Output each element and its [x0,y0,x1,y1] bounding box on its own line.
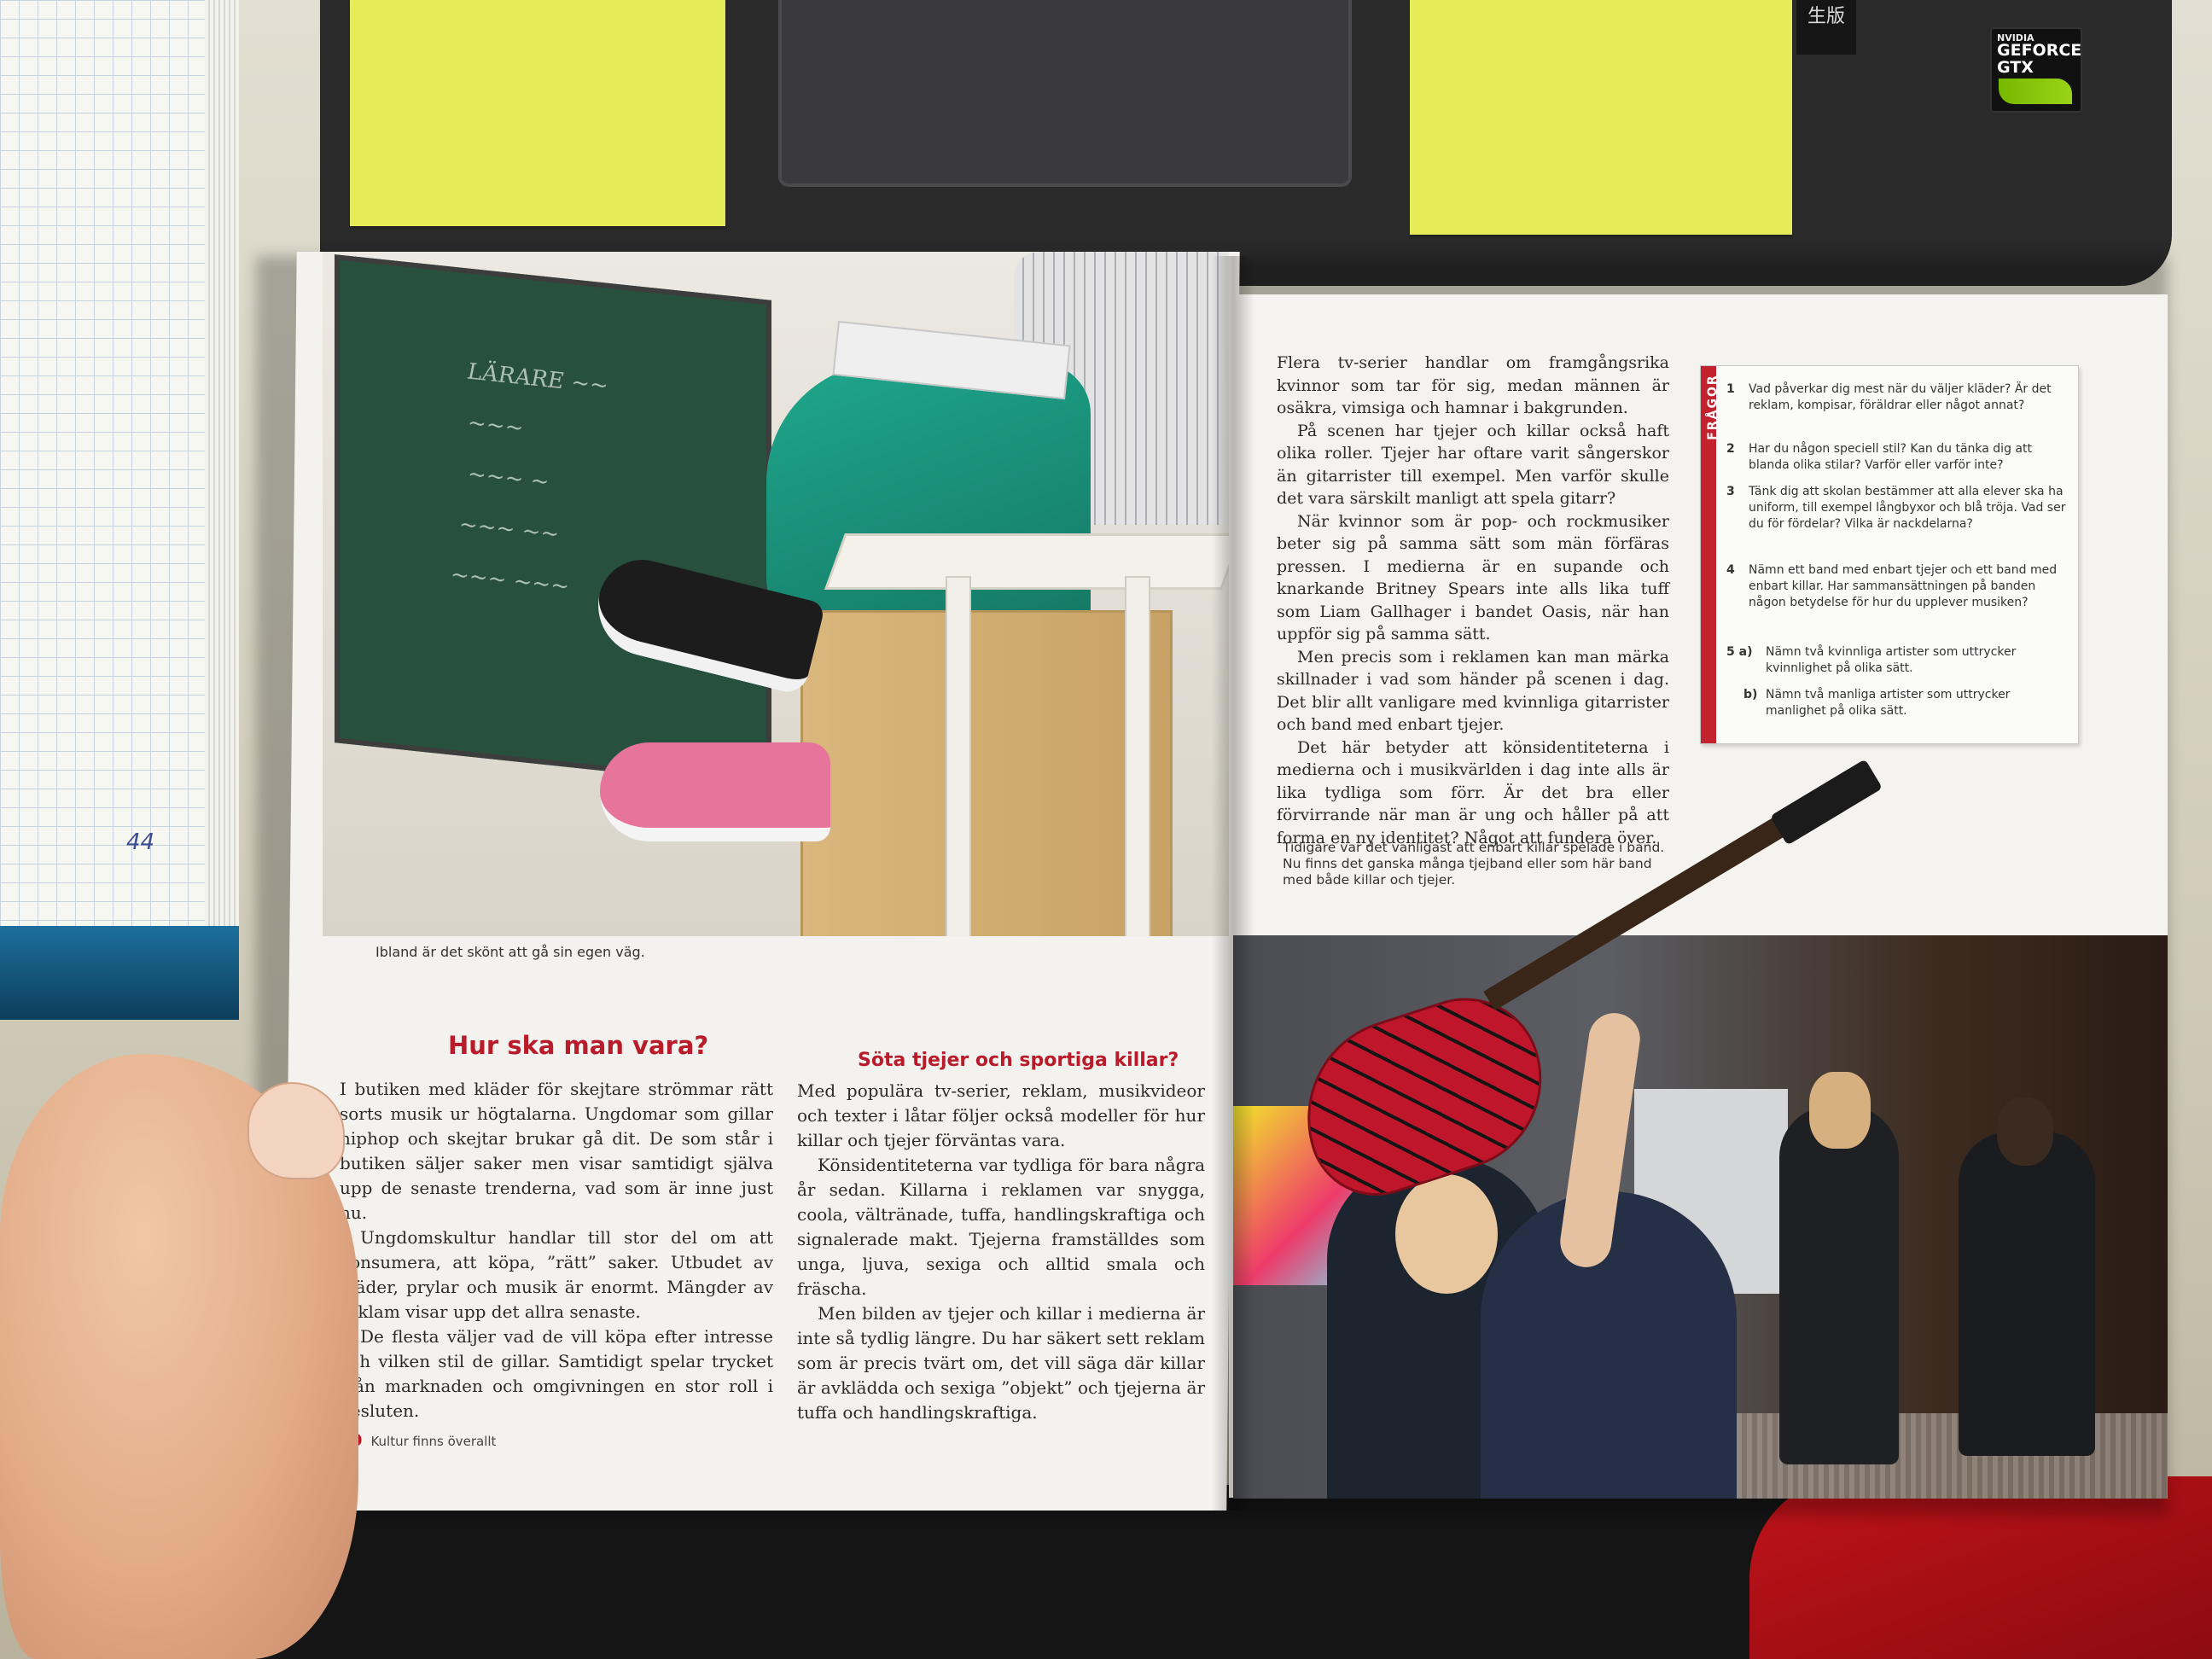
question-item: 5 a) Nämn två kvinnliga artister som uttr… [1726,645,2017,675]
chair-seat [824,533,1229,590]
graph-paper-notebook [0,0,207,930]
question-item: b) Nämn två manliga artister som uttrycke… [1743,688,2011,718]
paragraph: Ungdomskultur handlar till stor del om a… [340,1227,773,1322]
questions-box: FRÅGOR 1 Vad påverkar dig mest när du väl… [1700,365,2079,744]
chalkboard: LÄRARE ~~ ~~~ ~~~ ~ ~~~ ~~ ~~~ ~~~ [335,254,771,789]
paragraph: När kvinnor som är pop- och rockmusiker … [1277,511,1669,644]
laptop-sticker: 生版 [1796,0,1856,55]
right-photo-caption: Tidigare var det vanligast att enbart ki… [1283,840,1665,888]
question-item: 4 Nämn ett band med enbart tjejer och ett… [1726,563,2058,609]
paragraph: Men precis som i reklamen kan man märka … [1277,647,1669,735]
sticky-note-left [350,0,725,226]
classroom-photo: LÄRARE ~~ ~~~ ~~~ ~ ~~~ ~~ ~~~ ~~~ [323,252,1229,936]
notebook-blue-cover [0,926,239,1020]
left-column-text: I butiken med kläder för skejtare strömm… [340,1077,773,1423]
paragraph: Men bilden av tjejer och killar i medier… [797,1303,1205,1423]
chalk-writing: LÄRARE ~~ [468,358,608,399]
band-photo [1233,935,2168,1499]
laptop-touchpad [778,0,1352,187]
right-column-text: Med populära tv-serier, reklam, musikvid… [797,1079,1205,1425]
paragraph: Flera tv-serier handlar om framgångsrika… [1277,353,1669,417]
background-guitarist [1959,1132,2095,1456]
chalk-writing: ~~~ [468,410,524,442]
question-item: 3 Tänk dig att skolan bestämmer att alla … [1726,485,2066,531]
notebook-page-edges [205,0,239,939]
question-item: 2 Har du någon speciell stil? Kan du tänk… [1726,442,2032,472]
questions-label: FRÅGOR [1706,374,1720,440]
chalk-writing: ~~~ ~~ [459,511,560,548]
background-guitarist-head [1809,1072,1871,1149]
paragraph: I butiken med kläder för skejtare strömm… [340,1079,773,1223]
paragraph: De flesta väljer vad de vill köpa efter … [340,1326,773,1421]
section-subheading: Söta tjejer och sportiga killar? [858,1050,1179,1071]
paragraph: Med populära tv-serier, reklam, musikvid… [797,1080,1205,1150]
background-guitarist [1779,1106,1899,1464]
notebook-page-number: 44 [126,830,155,855]
book-gutter [1212,256,1254,1511]
sticky-note-right [1410,0,1792,235]
left-photo-caption: Ibland är det skönt att gå sin egen väg. [375,944,645,960]
nvidia-geforce-badge: NVIDIA GEFORCE GTX [1990,27,2082,113]
question-item: 1 Vad påverkar dig mest när du väljer klä… [1726,382,2052,412]
chapter-title: Kultur finns överallt [370,1434,497,1449]
chalk-writing: ~~~ ~~~ [451,562,569,600]
paragraph: Könsidentiteterna var tydliga för bara n… [797,1155,1205,1299]
background-guitarist-head [1997,1097,2053,1166]
paragraph: På scenen har tjejer och killar också ha… [1277,421,1669,509]
chalk-writing: ~~~ ~ [468,461,550,496]
badge-line2: GTX [1997,58,2034,77]
wooden-desk [800,610,1173,936]
chair-leg [946,576,971,936]
nvidia-logo-icon [1999,79,2072,104]
questions-red-bar: FRÅGOR [1701,366,1720,743]
badge-line1: GEFORCE [1997,41,2082,60]
chair-leg [1125,576,1150,936]
foreground-kid-head [1395,1174,1498,1294]
page-footer: 20Kultur finns överallt [340,1431,496,1450]
section-heading: Hur ska man vara? [448,1031,709,1060]
paragraph: Det här betyder att könsidentiteterna i … [1277,737,1669,847]
pink-sneaker [600,742,830,841]
right-page-text: Flera tv-serier handlar om framgångsrika… [1277,352,1669,849]
